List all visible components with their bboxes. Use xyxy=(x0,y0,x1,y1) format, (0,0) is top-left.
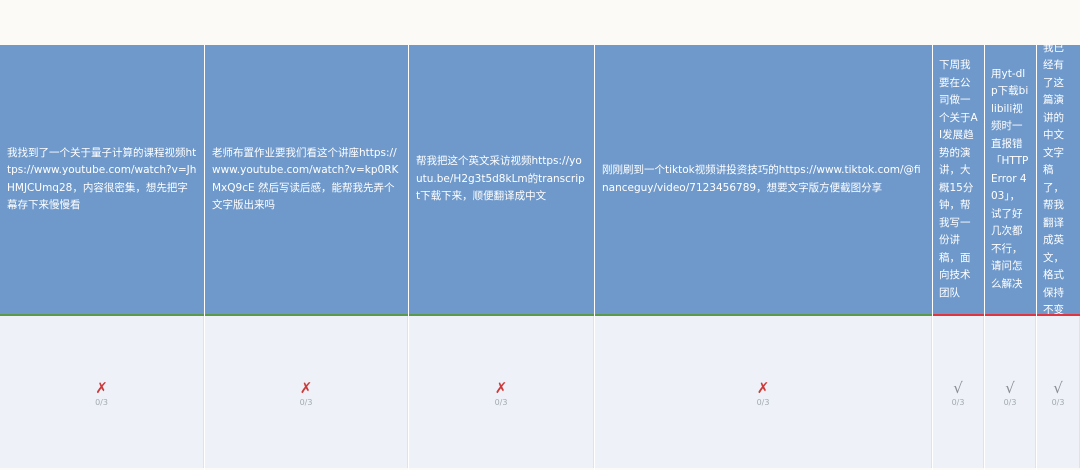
table-column: 帮我把这个英文采访视频https://youtu.be/H2g3t5d8kLm的… xyxy=(409,45,595,470)
score-label: 0/3 xyxy=(494,398,508,407)
prompt-text: 下周我要在公司做一个关于AI发展趋势的演讲，大概15分钟，帮我写一份讲稿，面向技… xyxy=(939,59,978,299)
check-mark-icon: √ xyxy=(1053,379,1063,397)
cross-mark-icon: ✗ xyxy=(95,379,108,397)
result-cell[interactable]: √ 0/3 xyxy=(933,316,984,468)
table-column: 刚刚刷到一个tiktok视频讲投资技巧的https://www.tiktok.c… xyxy=(595,45,933,470)
cross-mark-icon: ✗ xyxy=(756,379,770,397)
score-label: 0/3 xyxy=(951,398,965,407)
cross-mark-icon: ✗ xyxy=(494,379,508,397)
prompt-text: 我找到了一个关于量子计算的课程视频https://www.youtube.com… xyxy=(7,146,197,212)
prompt-cell[interactable]: 刚刚刷到一个tiktok视频讲投资技巧的https://www.tiktok.c… xyxy=(595,45,932,316)
prompt-text: 我已经有了这篇演讲的中文文字稿了，帮我翻译成英文，格式保持不变 xyxy=(1043,45,1064,316)
table-column: 我找到了一个关于量子计算的课程视频https://www.youtube.com… xyxy=(0,45,205,470)
prompt-cell[interactable]: 帮我把这个英文采访视频https://youtu.be/H2g3t5d8kLm的… xyxy=(409,45,594,316)
result-cell[interactable]: √ 0/3 xyxy=(1037,316,1080,468)
score-label: 0/3 xyxy=(299,398,313,407)
table-column: 我已经有了这篇演讲的中文文字稿了，帮我翻译成英文，格式保持不变 √ 0/3 xyxy=(1037,45,1080,470)
cross-mark-icon: ✗ xyxy=(299,379,313,397)
result-cell[interactable]: ✗ 0/3 xyxy=(205,316,408,468)
score-label: 0/3 xyxy=(756,398,770,407)
table-column: 用yt-dlp下载bilibili视频时一直报错「HTTP Error 403」… xyxy=(985,45,1037,470)
prompt-cell[interactable]: 老师布置作业要我们看这个讲座https://www.youtube.com/wa… xyxy=(205,45,408,316)
result-cell[interactable]: ✗ 0/3 xyxy=(0,316,204,468)
result-cell[interactable]: √ 0/3 xyxy=(985,316,1036,468)
prompt-cell[interactable]: 我已经有了这篇演讲的中文文字稿了，帮我翻译成英文，格式保持不变 xyxy=(1037,45,1080,316)
score-label: 0/3 xyxy=(1003,398,1017,407)
prompt-text: 帮我把这个英文采访视频https://youtu.be/H2g3t5d8kLm的… xyxy=(416,155,585,203)
prompt-cell[interactable]: 下周我要在公司做一个关于AI发展趋势的演讲，大概15分钟，帮我写一份讲稿，面向技… xyxy=(933,45,984,316)
check-mark-icon: √ xyxy=(1005,379,1015,397)
score-label: 0/3 xyxy=(1051,398,1065,407)
check-mark-icon: √ xyxy=(953,379,963,397)
score-label: 0/3 xyxy=(95,398,108,407)
prompt-cell[interactable]: 用yt-dlp下载bilibili视频时一直报错「HTTP Error 403」… xyxy=(985,45,1036,316)
table-column: 老师布置作业要我们看这个讲座https://www.youtube.com/wa… xyxy=(205,45,409,470)
prompt-text: 老师布置作业要我们看这个讲座https://www.youtube.com/wa… xyxy=(212,146,399,212)
prompt-text: 用yt-dlp下载bilibili视频时一直报错「HTTP Error 403」… xyxy=(991,67,1029,290)
result-cell[interactable]: ✗ 0/3 xyxy=(595,316,932,468)
prompt-cell[interactable]: 我找到了一个关于量子计算的课程视频https://www.youtube.com… xyxy=(0,45,204,316)
prompt-text: 刚刚刷到一个tiktok视频讲投资技巧的https://www.tiktok.c… xyxy=(602,164,921,194)
top-bar xyxy=(0,0,1080,45)
result-cell[interactable]: ✗ 0/3 xyxy=(409,316,594,468)
results-table: 我找到了一个关于量子计算的课程视频https://www.youtube.com… xyxy=(0,45,1080,470)
table-column: 下周我要在公司做一个关于AI发展趋势的演讲，大概15分钟，帮我写一份讲稿，面向技… xyxy=(933,45,985,470)
